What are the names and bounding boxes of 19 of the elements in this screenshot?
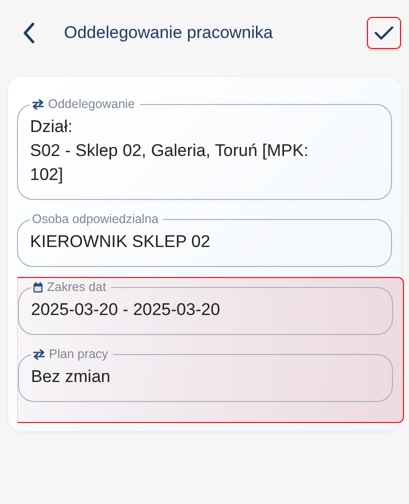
calendar-icon — [33, 282, 43, 292]
field-label: Osoba odpowiedzialna — [32, 212, 158, 226]
field-value: Bez zmian — [31, 366, 112, 388]
screen-title: Oddelegowanie pracownika — [64, 23, 274, 43]
checkmark-icon — [374, 24, 394, 42]
field-label: Zakres dat — [47, 280, 106, 294]
field-label: Oddelegowanie — [48, 97, 135, 111]
text-field[interactable]: Osoba odpowiedzialna KIEROWNIK SKLEP 02 — [17, 212, 392, 267]
back-icon — [22, 22, 36, 44]
field-label: Plan pracy — [49, 347, 108, 361]
field-value: Dział: S02 - Sklep 02, Galeria, Toruń [MPK: 102] — [30, 116, 310, 186]
field-value: KIEROWNIK SKLEP 02 — [30, 231, 212, 253]
swap-arrows-icon — [33, 348, 45, 360]
confirm-button[interactable] — [367, 17, 401, 49]
text-field[interactable]: Plan pracy Bez zmian — [18, 347, 393, 402]
text-field[interactable]: Zakres dat 2025-03-20 - 2025-03-20 — [18, 280, 393, 335]
field-value: 2025-03-20 - 2025-03-20 — [31, 299, 222, 321]
text-field[interactable]: Oddelegowanie Dział: S02 - Sklep 02, Galeria, Toruń [MPK: 102] — [17, 97, 392, 200]
swap-arrows-icon — [32, 98, 44, 110]
